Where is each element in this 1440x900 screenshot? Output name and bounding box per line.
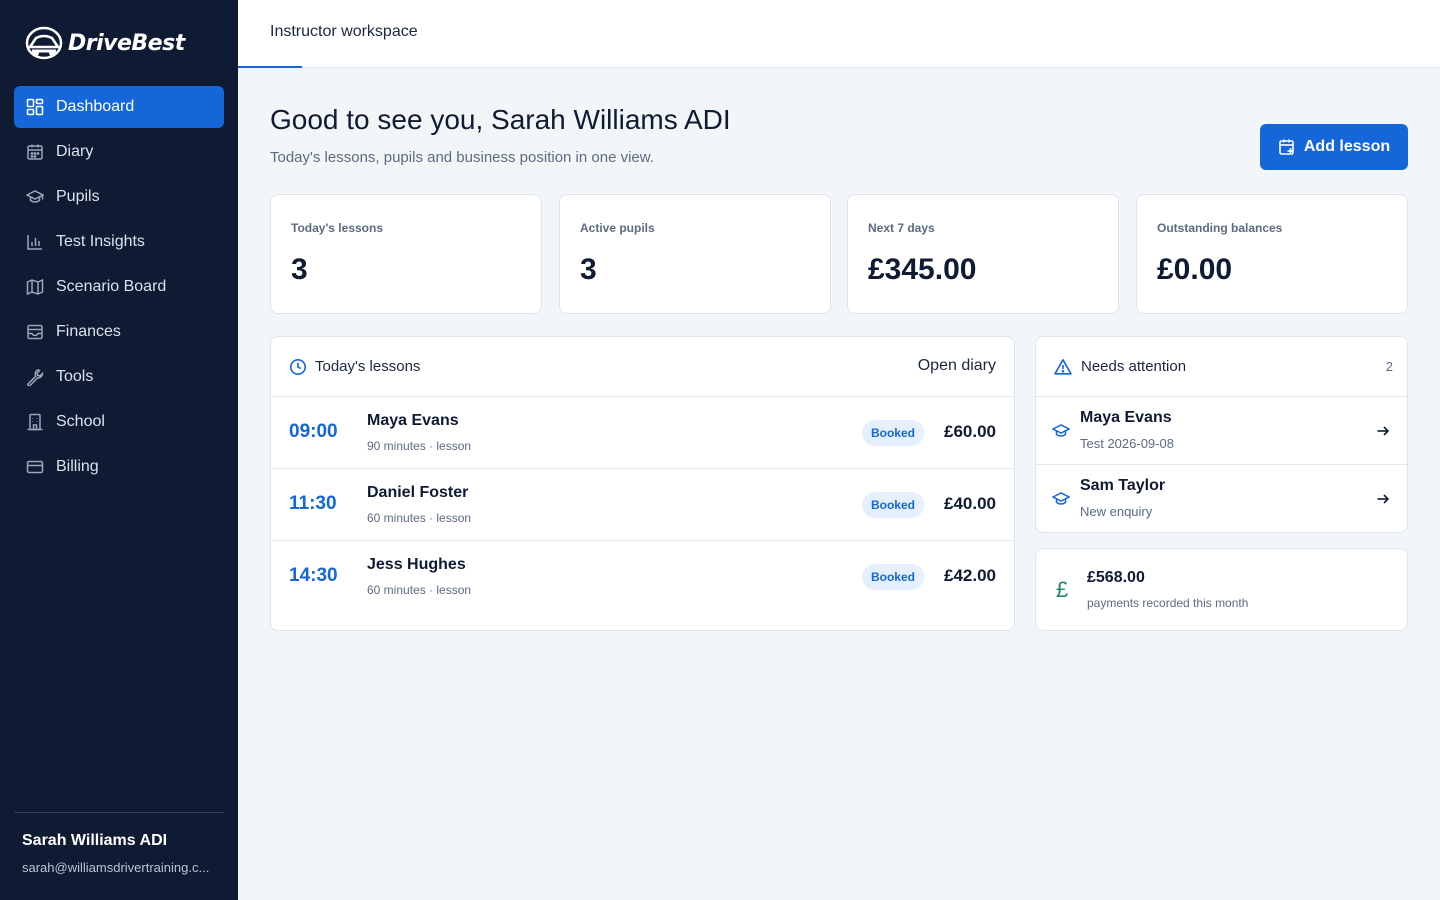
graduation-cap-icon [26, 190, 44, 203]
page-subtitle: Today's lessons, pupils and business pos… [270, 149, 654, 166]
sidebar-item-pupils[interactable]: Pupils [14, 176, 224, 218]
user-name: Sarah Williams ADI [22, 832, 168, 849]
todays-lessons-panel: Today's lessons Open diary 09:00 Maya Ev… [270, 336, 1015, 631]
open-diary-link[interactable]: Open diary [918, 357, 996, 375]
lesson-price: £40.00 [944, 494, 996, 513]
stat-label: Today's lessons [291, 221, 383, 235]
warning-icon [1054, 359, 1072, 375]
sidebar-item-school[interactable]: School [14, 401, 224, 443]
add-lesson-label: Add lesson [1303, 138, 1391, 155]
payments-amount: £568.00 [1087, 569, 1145, 586]
sidebar-item-label: Billing [56, 458, 99, 475]
sidebar-item-dashboard[interactable]: Dashboard [14, 86, 224, 128]
stat-label: Outstanding balances [1157, 221, 1283, 235]
add-lesson-button[interactable]: Add lesson [1260, 124, 1408, 170]
pound-icon: £ [1056, 577, 1069, 602]
sidebar-item-test-insights[interactable]: Test Insights [14, 221, 224, 263]
lesson-pupil: Maya Evans [367, 412, 459, 429]
lesson-time: 11:30 [289, 493, 337, 514]
graduation-cap-icon [1052, 424, 1070, 437]
status-badge: Booked [861, 420, 924, 446]
sidebar-item-label: Finances [56, 323, 121, 340]
sidebar-item-billing[interactable]: Billing [14, 446, 224, 488]
lesson-price: £60.00 [944, 422, 996, 441]
sidebar-item-label: Diary [56, 143, 94, 160]
tab-instructor-workspace[interactable]: Instructor workspace [270, 23, 418, 41]
wallet-icon [27, 324, 43, 340]
stat-value: 3 [580, 253, 597, 286]
sidebar-item-label: Scenario Board [56, 278, 167, 295]
lesson-row[interactable]: 14:30 Jess Hughes 60 minutes · lesson Bo… [271, 541, 1014, 613]
stat-value: £345.00 [868, 253, 977, 286]
lesson-meta: 60 minutes · lesson [367, 511, 472, 525]
attention-name: Maya Evans [1080, 409, 1172, 426]
stat-card-active-pupils: Active pupils 3 [559, 194, 831, 314]
stat-card-outstanding-balances: Outstanding balances £0.00 [1136, 194, 1408, 314]
sidebar-item-finances[interactable]: Finances [14, 311, 224, 353]
sidebar-item-diary[interactable]: Diary [14, 131, 224, 173]
map-icon [26, 278, 44, 296]
payments-summary-card: £ £568.00 payments recorded this month [1035, 548, 1408, 631]
panel-header: Today's lessons Open diary [271, 337, 1014, 397]
sidebar-divider [14, 812, 224, 813]
page-title: Good to see you, Sarah Williams ADI [270, 104, 731, 135]
sidebar-item-label: Pupils [56, 188, 100, 205]
brand-name: DriveBest [68, 30, 185, 56]
sidebar-item-tools[interactable]: Tools [14, 356, 224, 398]
sidebar-item-scenario-board[interactable]: Scenario Board [14, 266, 224, 308]
stat-value: 3 [291, 253, 308, 286]
lesson-meta: 90 minutes · lesson [367, 439, 472, 453]
top-bar: Instructor workspace [238, 0, 1440, 68]
sidebar-item-label: Test Insights [56, 233, 145, 250]
panel-title: Today's lessons [315, 358, 421, 375]
status-badge: Booked [861, 492, 924, 518]
lesson-meta: 60 minutes · lesson [367, 583, 472, 597]
stat-card-todays-lessons: Today's lessons 3 [270, 194, 542, 314]
stat-label: Active pupils [580, 221, 655, 235]
attention-detail: New enquiry [1080, 504, 1153, 519]
credit-card-icon [26, 460, 44, 474]
arrow-right-icon [1377, 494, 1390, 504]
stat-value: £0.00 [1157, 253, 1233, 286]
attention-count: 2 [1385, 359, 1393, 374]
lesson-pupil: Daniel Foster [367, 484, 469, 501]
lesson-pupil: Jess Hughes [367, 556, 466, 573]
bar-chart-icon [27, 235, 42, 250]
brand-logo[interactable]: DriveBest [24, 24, 185, 62]
payments-caption: payments recorded this month [1087, 596, 1249, 610]
panel-title: Needs attention [1081, 358, 1187, 375]
lesson-time: 09:00 [289, 421, 338, 442]
calendar-plus-icon [1279, 139, 1294, 155]
attention-detail: Test 2026-09-08 [1080, 436, 1174, 451]
user-email: sarah@williamsdrivertraining.c... [22, 860, 210, 875]
attention-item[interactable]: Sam Taylor New enquiry [1036, 465, 1407, 533]
lesson-row[interactable]: 11:30 Daniel Foster 60 minutes · lesson … [271, 469, 1014, 541]
attention-item[interactable]: Maya Evans Test 2026-09-08 [1036, 397, 1407, 465]
sidebar-item-label: Tools [56, 368, 94, 385]
arrow-right-icon [1377, 426, 1390, 436]
wrench-icon [27, 369, 44, 386]
building-icon [27, 413, 43, 431]
needs-attention-panel: Needs attention 2 Maya Evans Test 2026-0… [1035, 336, 1408, 533]
lesson-time: 14:30 [289, 565, 338, 586]
graduation-cap-icon [1052, 492, 1070, 505]
active-tab-indicator [238, 66, 302, 68]
stat-card-next-7-days: Next 7 days £345.00 [847, 194, 1119, 314]
lesson-row[interactable]: 09:00 Maya Evans 90 minutes · lesson Boo… [271, 397, 1014, 469]
calendar-icon [27, 144, 43, 160]
sidebar-item-label: Dashboard [56, 98, 135, 115]
lesson-price: £42.00 [944, 566, 996, 585]
attention-name: Sam Taylor [1080, 477, 1166, 494]
status-badge: Booked [861, 564, 924, 590]
stat-label: Next 7 days [868, 221, 935, 235]
car-icon [25, 26, 63, 60]
clock-icon [290, 359, 306, 375]
sidebar-item-label: School [56, 413, 105, 430]
sidebar: DriveBest Dashboard Diary Pupils Test In… [0, 0, 238, 900]
panel-header: Needs attention 2 [1036, 337, 1407, 397]
dashboard-icon [26, 98, 44, 116]
sidebar-nav: Dashboard Diary Pupils Test Insights Sce… [14, 86, 224, 491]
